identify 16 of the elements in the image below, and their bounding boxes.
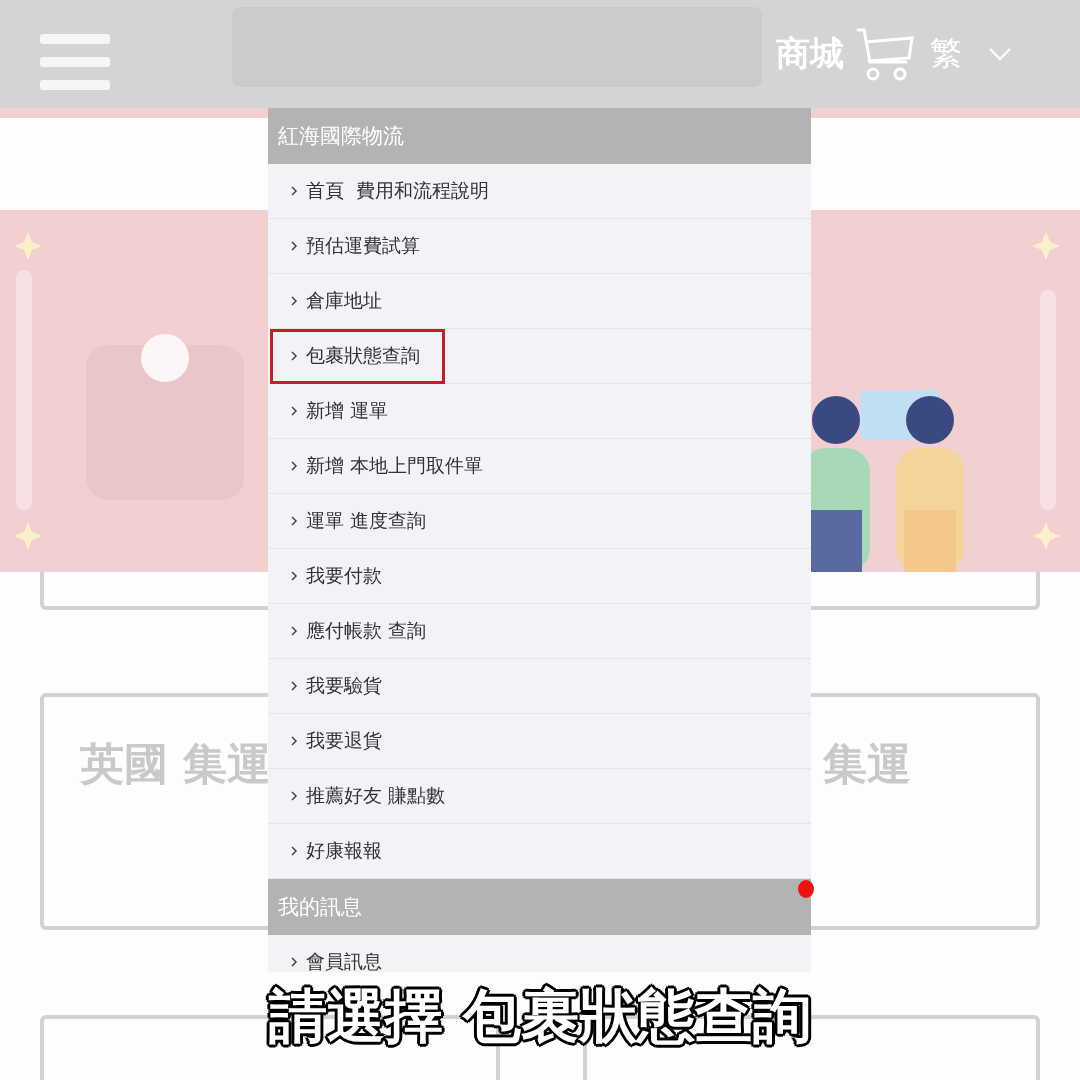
menu-item-label: 我要退貨: [306, 728, 382, 753]
menu-section-header: 我的訊息: [268, 879, 811, 935]
menu-item-label: 推薦好友 賺點數: [306, 783, 446, 808]
menu-item-label: 倉庫地址: [306, 288, 382, 313]
menu-item-label: 會員訊息: [306, 949, 382, 972]
menu-item-label: 運單 進度查詢: [306, 508, 427, 533]
menu-item-label: 新增 本地上門取件單: [306, 453, 484, 478]
menu-item-label: 我要驗貨: [306, 673, 382, 698]
menu-item-label: 包裹狀態查詢: [306, 343, 420, 368]
menu-item-label: 我要付款: [306, 563, 382, 588]
menu-item-label: 首頁 費用和流程說明: [306, 178, 490, 203]
menu-item-label: 好康報報: [306, 838, 382, 863]
menu-section-header: 紅海國際物流: [268, 108, 811, 164]
menu-item-label: 預估運費試算: [306, 233, 420, 258]
menu-item-label: 應付帳款 查詢: [306, 618, 427, 643]
menu-item-label: 新增 運單: [306, 398, 389, 423]
